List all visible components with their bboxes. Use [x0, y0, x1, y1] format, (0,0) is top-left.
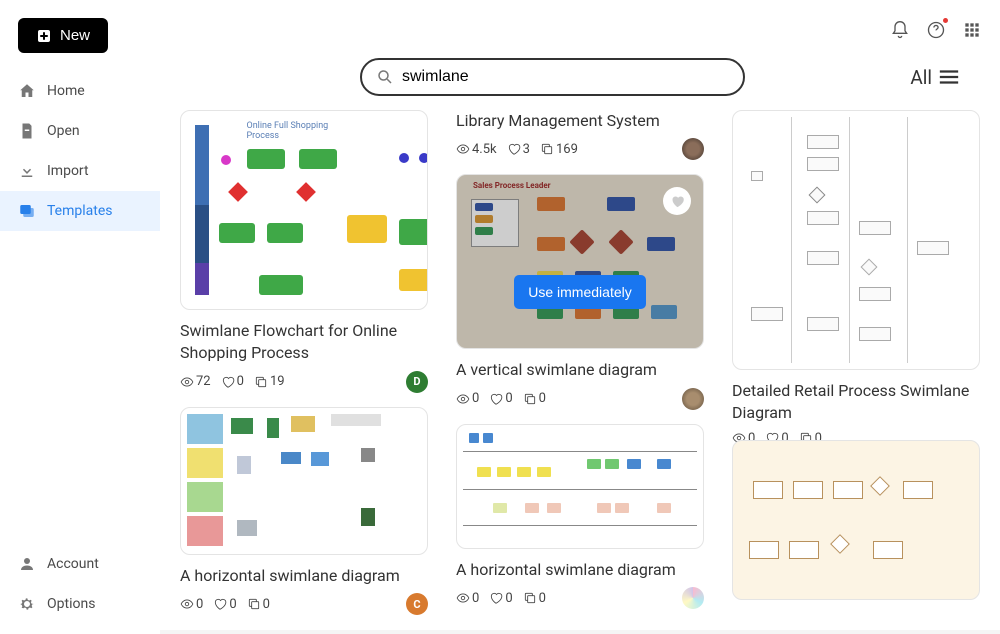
thumb-title: Online Full Shopping Process — [247, 121, 362, 141]
template-card[interactable]: A horizontal swimlane diagram 0 0 0 C — [180, 407, 428, 615]
template-thumbnail — [456, 424, 704, 549]
user-icon — [18, 555, 36, 573]
views: 4.5k — [456, 142, 497, 157]
views: 0 — [456, 391, 479, 406]
copies: 0 — [523, 391, 546, 406]
avatar — [682, 587, 704, 609]
nav-templates-label: Templates — [47, 203, 113, 219]
views: 72 — [180, 374, 211, 389]
template-card[interactable]: A horizontal swimlane diagram 0 0 0 — [456, 424, 704, 609]
nav-account[interactable]: Account — [0, 544, 160, 584]
card-meta: 4.5k 3 169 — [456, 138, 704, 160]
template-thumbnail — [732, 440, 980, 600]
templates-icon — [18, 202, 36, 220]
menu-icon — [938, 68, 960, 86]
template-card[interactable]: Online Full Shopping Process — [180, 110, 428, 393]
avatar: C — [406, 593, 428, 615]
main: All Online Full Shopping Process — [160, 0, 1000, 634]
nav-main: Home Open Import Templates — [0, 71, 160, 544]
template-card[interactable]: Sales Process Leader — [456, 174, 704, 409]
avatar — [682, 138, 704, 160]
template-thumbnail: Online Full Shopping Process — [180, 110, 428, 310]
likes: 0 — [489, 391, 512, 406]
help-icon[interactable] — [926, 20, 946, 40]
apps-icon[interactable] — [962, 20, 982, 40]
template-thumbnail — [180, 407, 428, 555]
plus-icon — [36, 28, 52, 44]
card-meta: 0 0 0 C — [180, 593, 428, 615]
favorite-button[interactable] — [663, 187, 691, 215]
card-meta: 0 0 0 — [456, 388, 704, 410]
copies: 0 — [247, 597, 270, 612]
likes: 0 — [213, 597, 236, 612]
search-box[interactable] — [360, 58, 745, 96]
import-icon — [18, 162, 36, 180]
new-button-label: New — [60, 27, 90, 44]
likes: 3 — [507, 142, 530, 157]
home-icon — [18, 82, 36, 100]
card-title: A horizontal swimlane diagram — [456, 559, 704, 581]
use-immediately-button[interactable]: Use immediately — [514, 275, 645, 309]
filter-label: All — [910, 66, 932, 89]
nav-account-label: Account — [47, 556, 99, 572]
nav-import[interactable]: Import — [0, 151, 160, 191]
filter-all[interactable]: All — [910, 66, 960, 89]
topbar — [890, 20, 982, 40]
search-input[interactable] — [402, 68, 729, 86]
avatar: D — [406, 371, 428, 393]
likes: 0 — [489, 591, 512, 606]
card-title: Swimlane Flowchart for Online Shopping P… — [180, 320, 428, 365]
likes: 0 — [221, 374, 244, 389]
nav-home[interactable]: Home — [0, 71, 160, 111]
search-icon — [376, 68, 394, 86]
nav-import-label: Import — [47, 163, 89, 179]
new-button[interactable]: New — [18, 18, 108, 53]
nav-templates[interactable]: Templates — [0, 191, 160, 231]
card-title: Detailed Retail Process Swimlane Diagram — [732, 380, 980, 425]
views: 0 — [180, 597, 203, 612]
template-card[interactable] — [732, 460, 980, 600]
copies: 169 — [540, 142, 578, 157]
nav-options[interactable]: Options — [0, 584, 160, 624]
template-thumbnail: Sales Process Leader — [456, 174, 704, 349]
nav-open[interactable]: Open — [0, 111, 160, 151]
notification-dot — [943, 18, 948, 23]
template-thumbnail — [732, 110, 980, 370]
bell-icon[interactable] — [890, 20, 910, 40]
file-icon — [18, 122, 36, 140]
copies: 0 — [523, 591, 546, 606]
avatar — [682, 388, 704, 410]
gear-icon — [18, 595, 36, 613]
nav-open-label: Open — [47, 123, 80, 139]
card-title: A vertical swimlane diagram — [456, 359, 704, 381]
template-card[interactable]: Library Management System 4.5k 3 169 — [456, 110, 704, 160]
card-meta: 72 0 19 D — [180, 371, 428, 393]
card-title: Library Management System — [456, 110, 704, 132]
template-card[interactable]: Detailed Retail Process Swimlane Diagram… — [732, 110, 980, 446]
sidebar: New Home Open Import Templates A — [0, 0, 160, 634]
copies: 19 — [254, 374, 285, 389]
views: 0 — [456, 591, 479, 606]
template-grid: Online Full Shopping Process — [160, 110, 1000, 630]
nav-home-label: Home — [47, 83, 85, 99]
card-title: A horizontal swimlane diagram — [180, 565, 428, 587]
card-meta: 0 0 0 — [456, 587, 704, 609]
search-row: All — [160, 0, 1000, 110]
nav-options-label: Options — [47, 596, 95, 612]
nav-bottom: Account Options — [0, 544, 160, 634]
